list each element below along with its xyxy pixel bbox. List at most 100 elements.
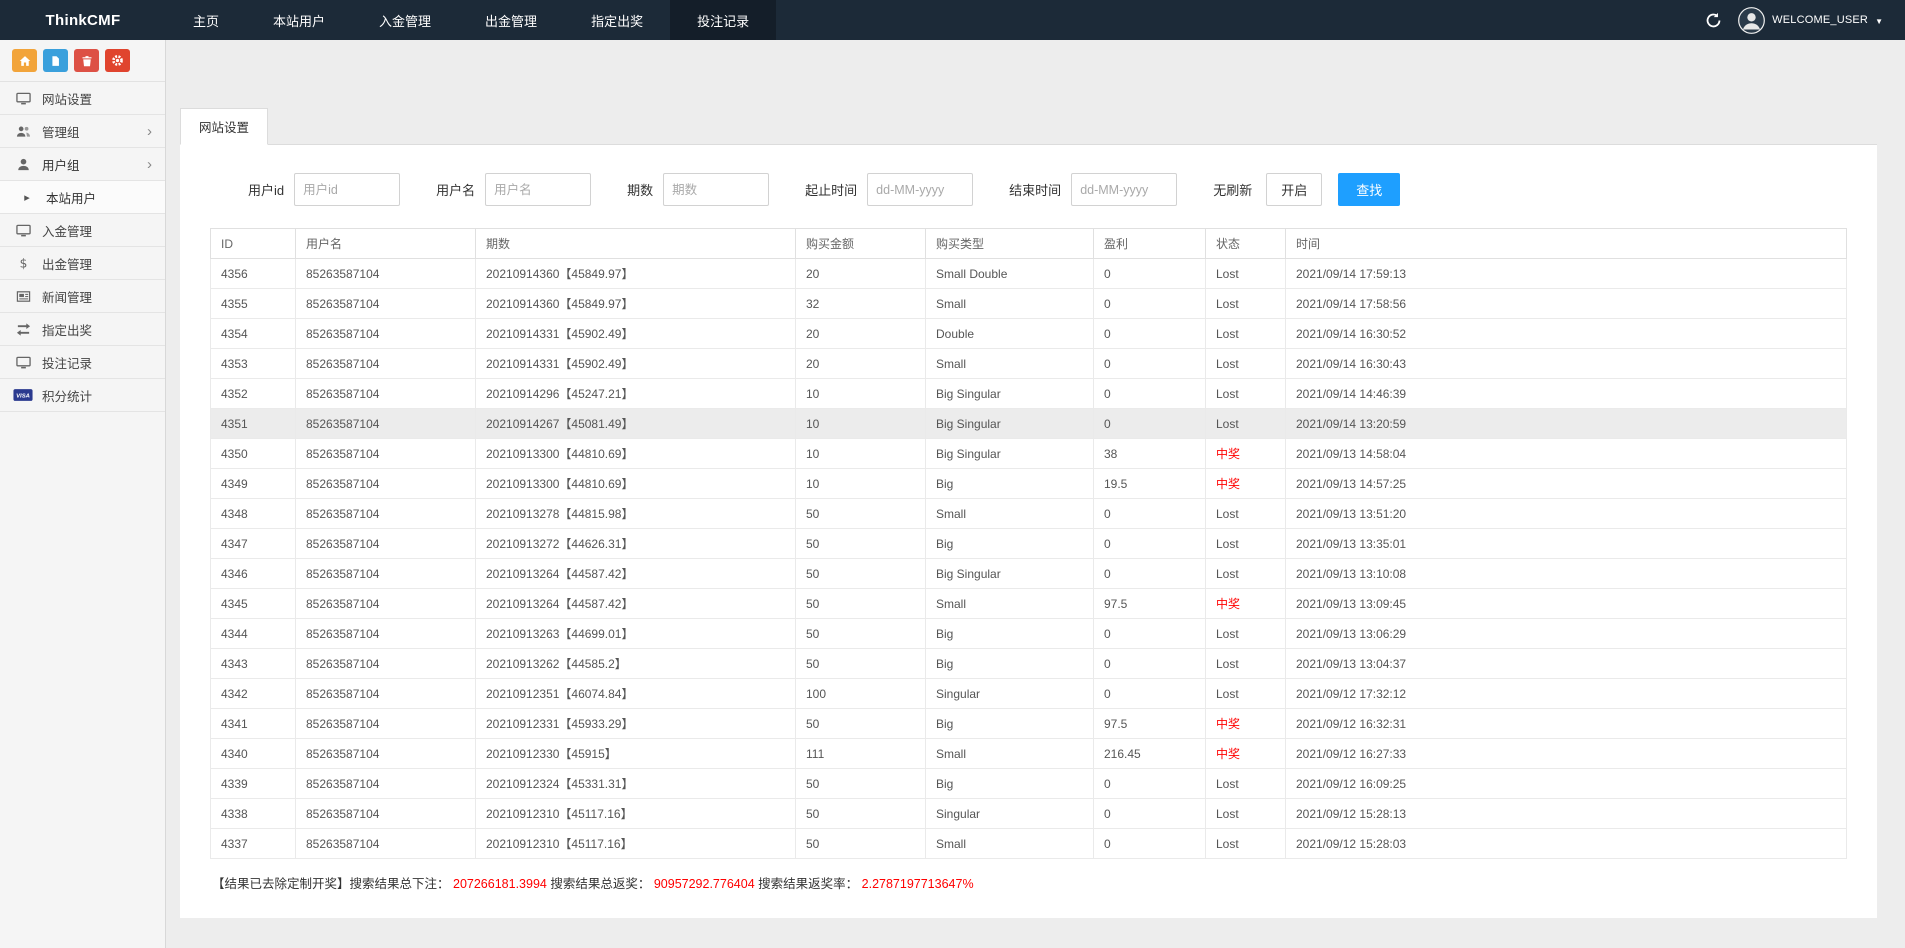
- sidebar-item-label: 新闻管理: [42, 287, 92, 306]
- table-cell: Small: [926, 589, 1094, 619]
- table-cell: 2021/09/14 17:59:13: [1286, 259, 1847, 289]
- table-cell: 4340: [211, 739, 296, 769]
- sidebar-item-label: 积分统计: [42, 386, 92, 405]
- svg-text:$: $: [19, 256, 27, 270]
- table-cell: 50: [796, 709, 926, 739]
- nav-item[interactable]: 指定出奖: [564, 0, 670, 40]
- table-cell: Big Singular: [926, 409, 1094, 439]
- table-cell: 4353: [211, 349, 296, 379]
- sidebar-item-label: 入金管理: [42, 221, 92, 240]
- sidebar-item[interactable]: 指定出奖: [0, 313, 165, 346]
- end-time-input[interactable]: [1071, 173, 1177, 206]
- table-cell: 0: [1094, 829, 1206, 859]
- table-row: 43408526358710420210912330【45915】111Smal…: [211, 739, 1847, 769]
- table-cell: 20210913300【44810.69】: [476, 439, 796, 469]
- table-cell: Lost: [1206, 259, 1286, 289]
- table-cell: 2021/09/13 13:04:37: [1286, 649, 1847, 679]
- content-card: 用户id 用户名 期数 起止时间 结束时间: [180, 145, 1877, 918]
- user-menu[interactable]: WELCOME_USER ▼: [1738, 7, 1883, 34]
- table-row: 43548526358710420210914331【45902.49】20Do…: [211, 319, 1847, 349]
- sidebar-item[interactable]: 投注记录: [0, 346, 165, 379]
- table-cell: 20210913272【44626.31】: [476, 529, 796, 559]
- table-cell: 0: [1094, 289, 1206, 319]
- monitor-icon: [13, 91, 33, 106]
- table-cell: 85263587104: [296, 409, 476, 439]
- monitor-icon: [13, 355, 33, 370]
- table-cell: 85263587104: [296, 439, 476, 469]
- news-icon: [13, 289, 33, 304]
- nav-item[interactable]: 投注记录: [670, 0, 776, 40]
- refresh-icon[interactable]: [1705, 12, 1722, 29]
- table-cell: 2021/09/14 14:46:39: [1286, 379, 1847, 409]
- user-id-input[interactable]: [294, 173, 400, 206]
- sidebar-item[interactable]: 管理组›: [0, 115, 165, 148]
- table-cell: 85263587104: [296, 559, 476, 589]
- username-input[interactable]: [485, 173, 591, 206]
- table-cell: Singular: [926, 799, 1094, 829]
- table-cell: 4338: [211, 799, 296, 829]
- sidebar-item[interactable]: 入金管理: [0, 214, 165, 247]
- sidebar-item-label: 管理组: [42, 122, 80, 141]
- table-cell: 2021/09/13 13:10:08: [1286, 559, 1847, 589]
- table-row: 43468526358710420210913264【44587.42】50Bi…: [211, 559, 1847, 589]
- table-cell: Small: [926, 739, 1094, 769]
- dollar-icon: $: [13, 256, 33, 271]
- table-cell: 19.5: [1094, 469, 1206, 499]
- file-icon[interactable]: [43, 49, 68, 72]
- table-cell: 20210914267【45081.49】: [476, 409, 796, 439]
- table-row: 43568526358710420210914360【45849.97】20Sm…: [211, 259, 1847, 289]
- sidebar-item[interactable]: VISA积分统计: [0, 379, 165, 412]
- table-cell: 20210914360【45849.97】: [476, 259, 796, 289]
- table-cell: 85263587104: [296, 529, 476, 559]
- table-row: 43398526358710420210912324【45331.31】50Bi…: [211, 769, 1847, 799]
- sidebar-item[interactable]: ▸本站用户: [0, 181, 165, 214]
- table-cell: 2021/09/12 16:32:31: [1286, 709, 1847, 739]
- sidebar-item-label: 出金管理: [42, 254, 92, 273]
- sidebar-item[interactable]: 网站设置: [0, 82, 165, 115]
- gear-icon[interactable]: [105, 49, 130, 72]
- table-cell: Big: [926, 619, 1094, 649]
- summary-text: 【结果已去除定制开奖】搜索结果总下注：: [212, 877, 450, 891]
- nav-item[interactable]: 本站用户: [246, 0, 352, 40]
- home-icon[interactable]: [12, 49, 37, 72]
- refresh-toggle-button[interactable]: 开启: [1266, 173, 1322, 206]
- start-time-input[interactable]: [867, 173, 973, 206]
- brand-logo[interactable]: ThinkCMF: [0, 0, 166, 40]
- table-cell: 4352: [211, 379, 296, 409]
- table-row: 43388526358710420210912310【45117.16】50Si…: [211, 799, 1847, 829]
- sidebar-menu: 网站设置管理组›用户组›▸本站用户入金管理 $ 出金管理新闻管理指定出奖投注记录VI…: [0, 82, 165, 412]
- table-cell: 85263587104: [296, 289, 476, 319]
- search-button[interactable]: 查找: [1338, 173, 1400, 206]
- sidebar-item[interactable]: 用户组›: [0, 148, 165, 181]
- nav-item[interactable]: 出金管理: [458, 0, 564, 40]
- period-input[interactable]: [663, 173, 769, 206]
- sidebar-item[interactable]: 新闻管理: [0, 280, 165, 313]
- table-cell: 85263587104: [296, 649, 476, 679]
- table-cell: 中奖: [1206, 589, 1286, 619]
- table-row: 43498526358710420210913300【44810.69】10Bi…: [211, 469, 1847, 499]
- table-cell: 中奖: [1206, 739, 1286, 769]
- table-cell: Lost: [1206, 289, 1286, 319]
- table-cell: 50: [796, 619, 926, 649]
- table-cell: 50: [796, 769, 926, 799]
- table-row: 43428526358710420210912351【46074.84】100S…: [211, 679, 1847, 709]
- table-cell: 4342: [211, 679, 296, 709]
- table-row: 43378526358710420210912310【45117.16】50Sm…: [211, 829, 1847, 859]
- trash-icon[interactable]: [74, 49, 99, 72]
- table-cell: 2021/09/13 13:35:01: [1286, 529, 1847, 559]
- table-cell: 97.5: [1094, 589, 1206, 619]
- table-cell: 2021/09/14 16:30:43: [1286, 349, 1847, 379]
- table-cell: 111: [796, 739, 926, 769]
- table-row: 43438526358710420210913262【44585.2】50Big…: [211, 649, 1847, 679]
- nav-item[interactable]: 入金管理: [352, 0, 458, 40]
- sidebar-item[interactable]: $ 出金管理: [0, 247, 165, 280]
- table-cell: 2021/09/13 14:57:25: [1286, 469, 1847, 499]
- tab-site-settings[interactable]: 网站设置: [180, 108, 268, 145]
- table-cell: 0: [1094, 559, 1206, 589]
- arrow-right-icon: ▸: [17, 191, 37, 204]
- table-cell: 20210913264【44587.42】: [476, 589, 796, 619]
- nav-item[interactable]: 主页: [166, 0, 246, 40]
- table-cell: Lost: [1206, 409, 1286, 439]
- table-cell: 85263587104: [296, 679, 476, 709]
- table-cell: 中奖: [1206, 439, 1286, 469]
